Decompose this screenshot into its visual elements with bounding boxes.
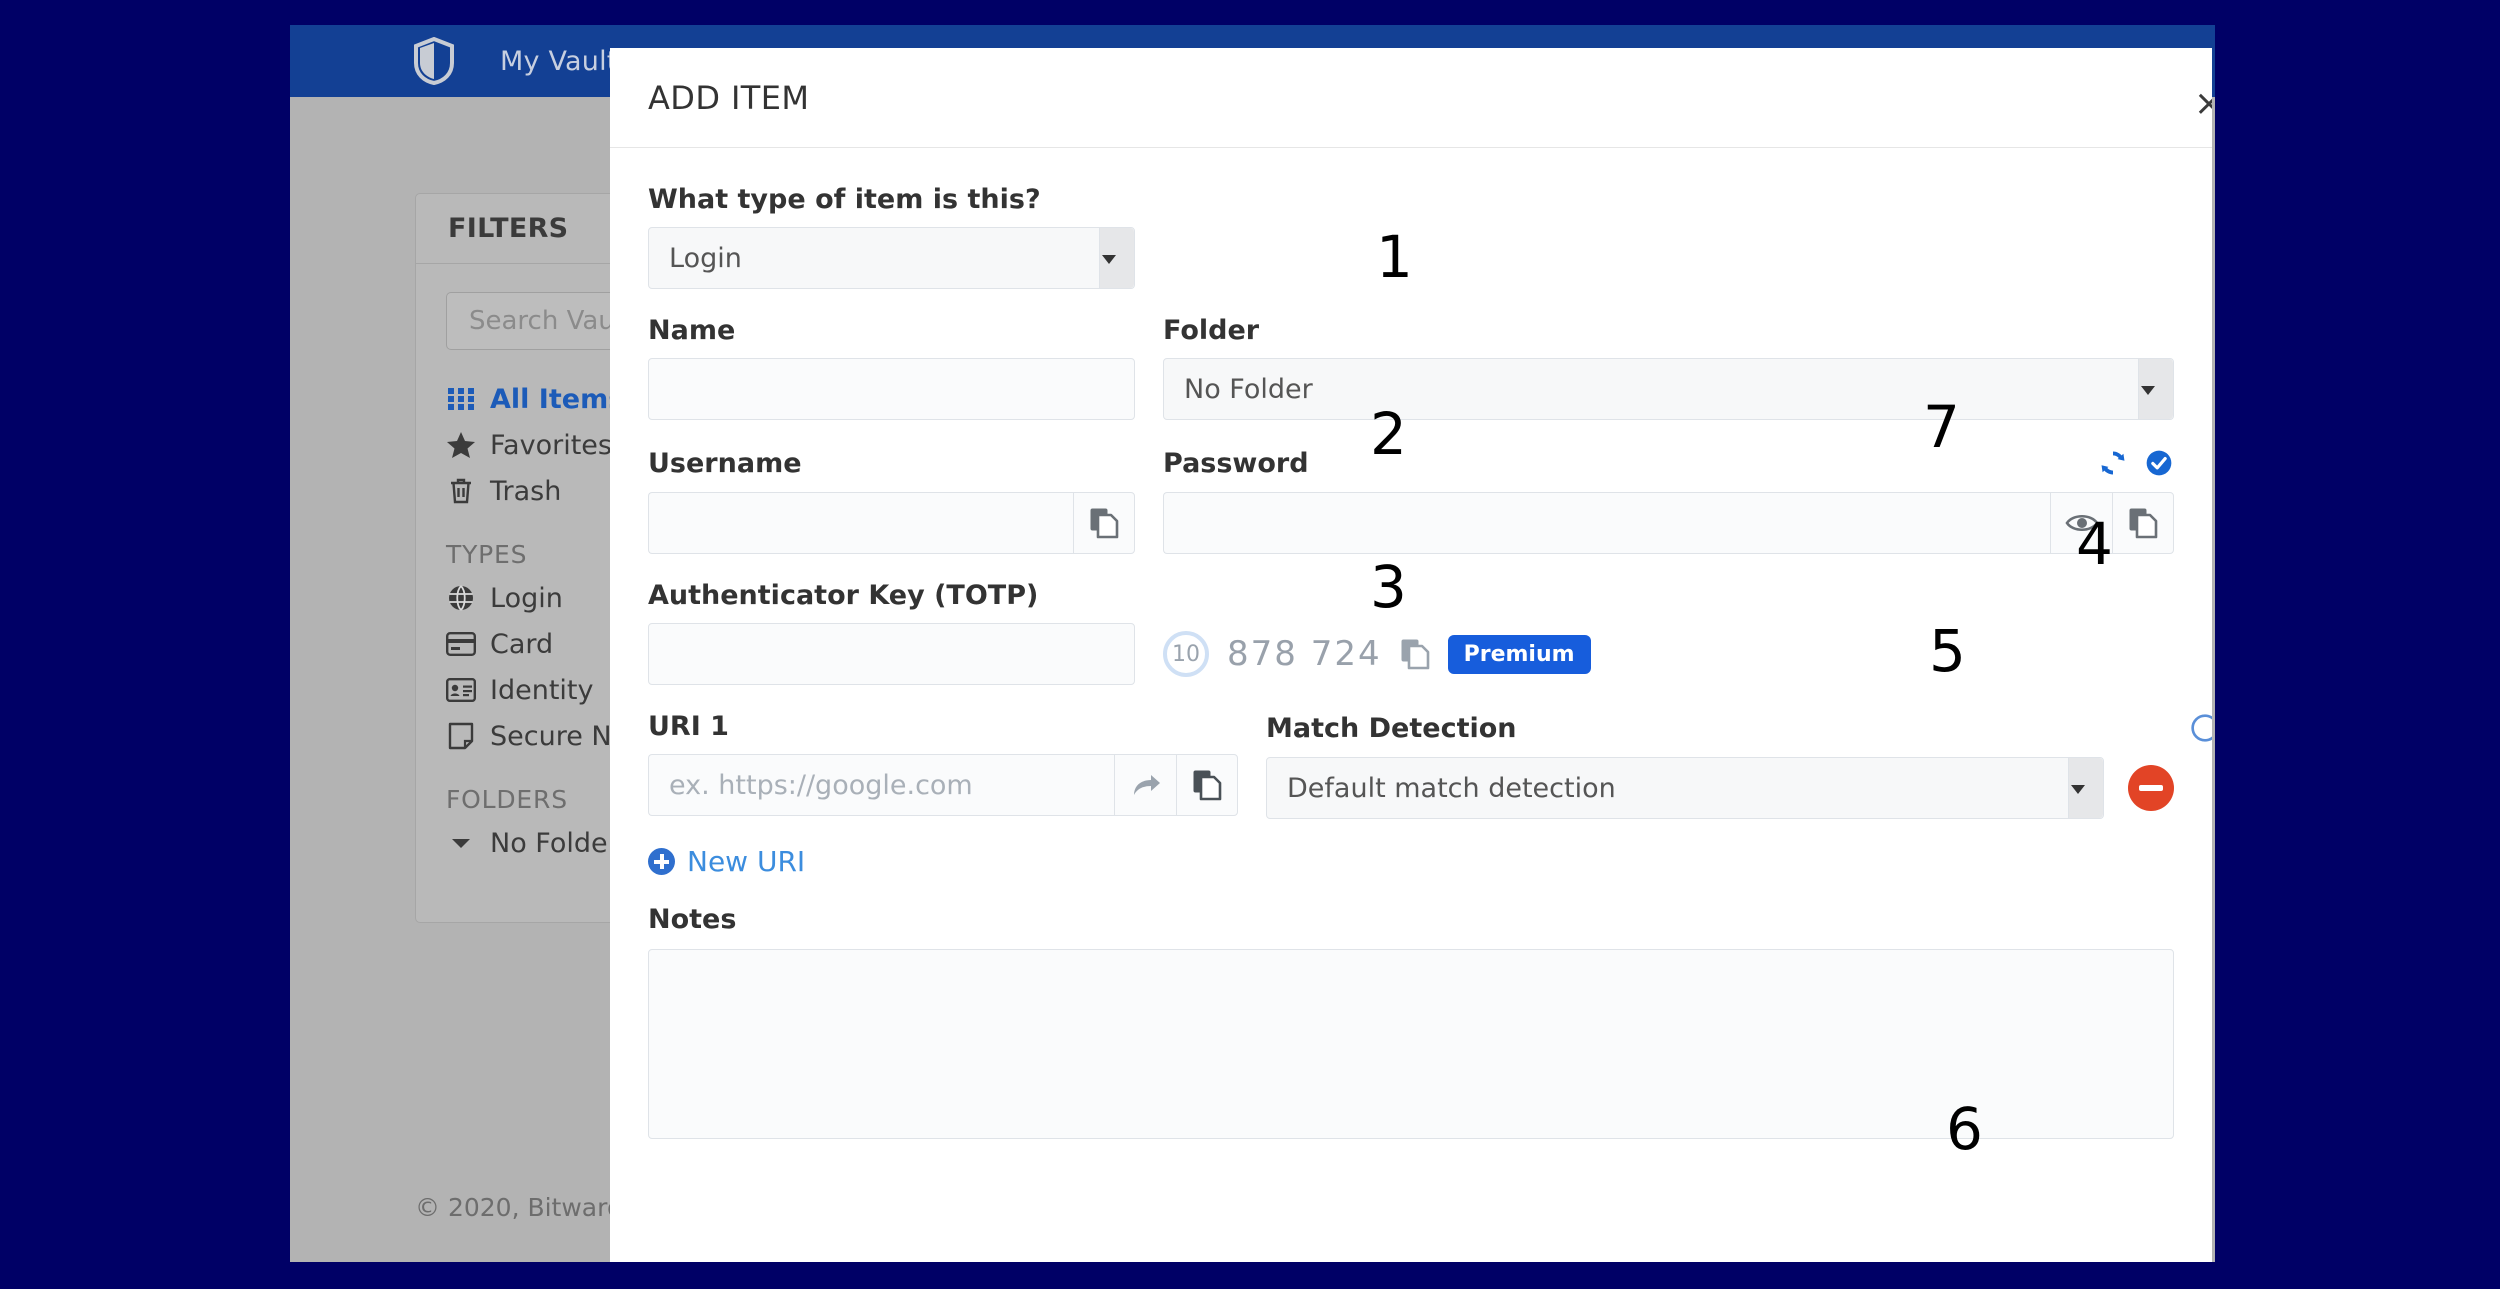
note-icon [446,721,476,751]
match-detection-value: Default match detection [1287,772,1616,804]
question-circle-icon[interactable] [2190,713,2212,743]
folder-label: Folder [1163,315,1260,346]
folder-value: No Folder [1184,373,1313,405]
item-type-value: Login [669,242,742,274]
password-input-group [1163,492,2174,554]
sidebar-item-label: No Folder [490,827,619,859]
match-detection-field: Match Detection Default match detection [1266,711,2212,819]
annotation-5: 5 [1929,617,1966,685]
password-field: Password [1163,446,2174,554]
copy-icon[interactable] [2112,492,2174,554]
item-type-select[interactable]: Login [648,227,1135,289]
uri-input-group: ex. https://google.com [648,754,1238,816]
annotation-3: 3 [1370,553,1407,621]
totp-field: Authenticator Key (TOTP) [648,580,1135,685]
uri-field: URI 1 ex. https://google.com [648,711,1238,819]
username-label: Username [648,447,802,479]
new-uri-label: New URI [687,845,806,878]
username-field: Username [648,446,1135,554]
premium-badge: Premium [1447,634,1591,674]
sidebar-item-label: All Items [490,383,625,415]
star-icon [446,430,476,460]
sidebar-item-label: Card [490,628,554,660]
globe-icon [446,583,476,613]
grid-icon [446,384,476,414]
username-input[interactable] [648,492,1073,554]
copy-icon[interactable] [1073,492,1135,554]
totp-timer: 10 [1163,631,1209,677]
modal-title: ADD ITEM [648,78,810,117]
totp-input[interactable] [648,623,1135,685]
item-type-field: What type of item is this? Login [648,184,1135,289]
annotation-4: 4 [2076,510,2113,578]
modal-body: What type of item is this? Login Name Fo… [610,148,2212,1139]
sidebar-item-label: Identity [490,674,594,706]
minus-circle-icon[interactable] [2128,765,2174,811]
sidebar-item-label: Favorites [490,429,612,461]
totp-code: 878 724 [1227,634,1382,674]
totp-label: Authenticator Key (TOTP) [648,580,1039,611]
uri-input[interactable]: ex. https://google.com [648,754,1114,816]
password-input[interactable] [1163,492,2050,554]
name-input[interactable] [648,358,1135,420]
close-icon[interactable]: × [2194,86,2212,122]
modal-header: ADD ITEM × [610,48,2212,148]
annotation-6: 6 [1946,1095,1983,1163]
notes-label: Notes [648,904,737,935]
new-uri-button[interactable]: New URI [648,845,2174,878]
shield-icon [413,36,455,86]
refresh-icon[interactable] [2098,448,2128,478]
launch-icon[interactable] [1114,754,1176,816]
sidebar-item-label: Trash [490,475,562,507]
plus-circle-icon [648,848,675,875]
caret-down-icon [446,828,476,858]
item-type-label: What type of item is this? [648,184,1041,215]
name-field: Name [648,315,1135,420]
totp-preview: 10 878 724 Premium [1163,580,2174,685]
copy-icon[interactable] [1400,639,1430,670]
annotation-1: 1 [1376,223,1413,291]
password-label: Password [1163,447,1309,479]
check-circle-icon[interactable] [2144,448,2174,478]
match-detection-select[interactable]: Default match detection [1266,757,2104,819]
sidebar-item-label: Login [490,582,563,614]
annotation-7: 7 [1923,393,1960,461]
name-label: Name [648,315,736,346]
folder-field: Folder No Folder [1163,315,2174,420]
folder-select[interactable]: No Folder [1163,358,2174,420]
trash-icon [446,476,476,506]
id-card-icon [446,675,476,705]
username-input-group [648,492,1135,554]
nav-link-my-vault[interactable]: My Vault [500,46,618,77]
credit-card-icon [446,629,476,659]
annotation-2: 2 [1370,400,1407,468]
copy-icon[interactable] [1176,754,1238,816]
uri-label: URI 1 [648,711,729,742]
screen-root: My Vault Tools Settings FILTERS Search V… [0,0,2500,1289]
match-detection-label: Match Detection [1266,712,1517,744]
